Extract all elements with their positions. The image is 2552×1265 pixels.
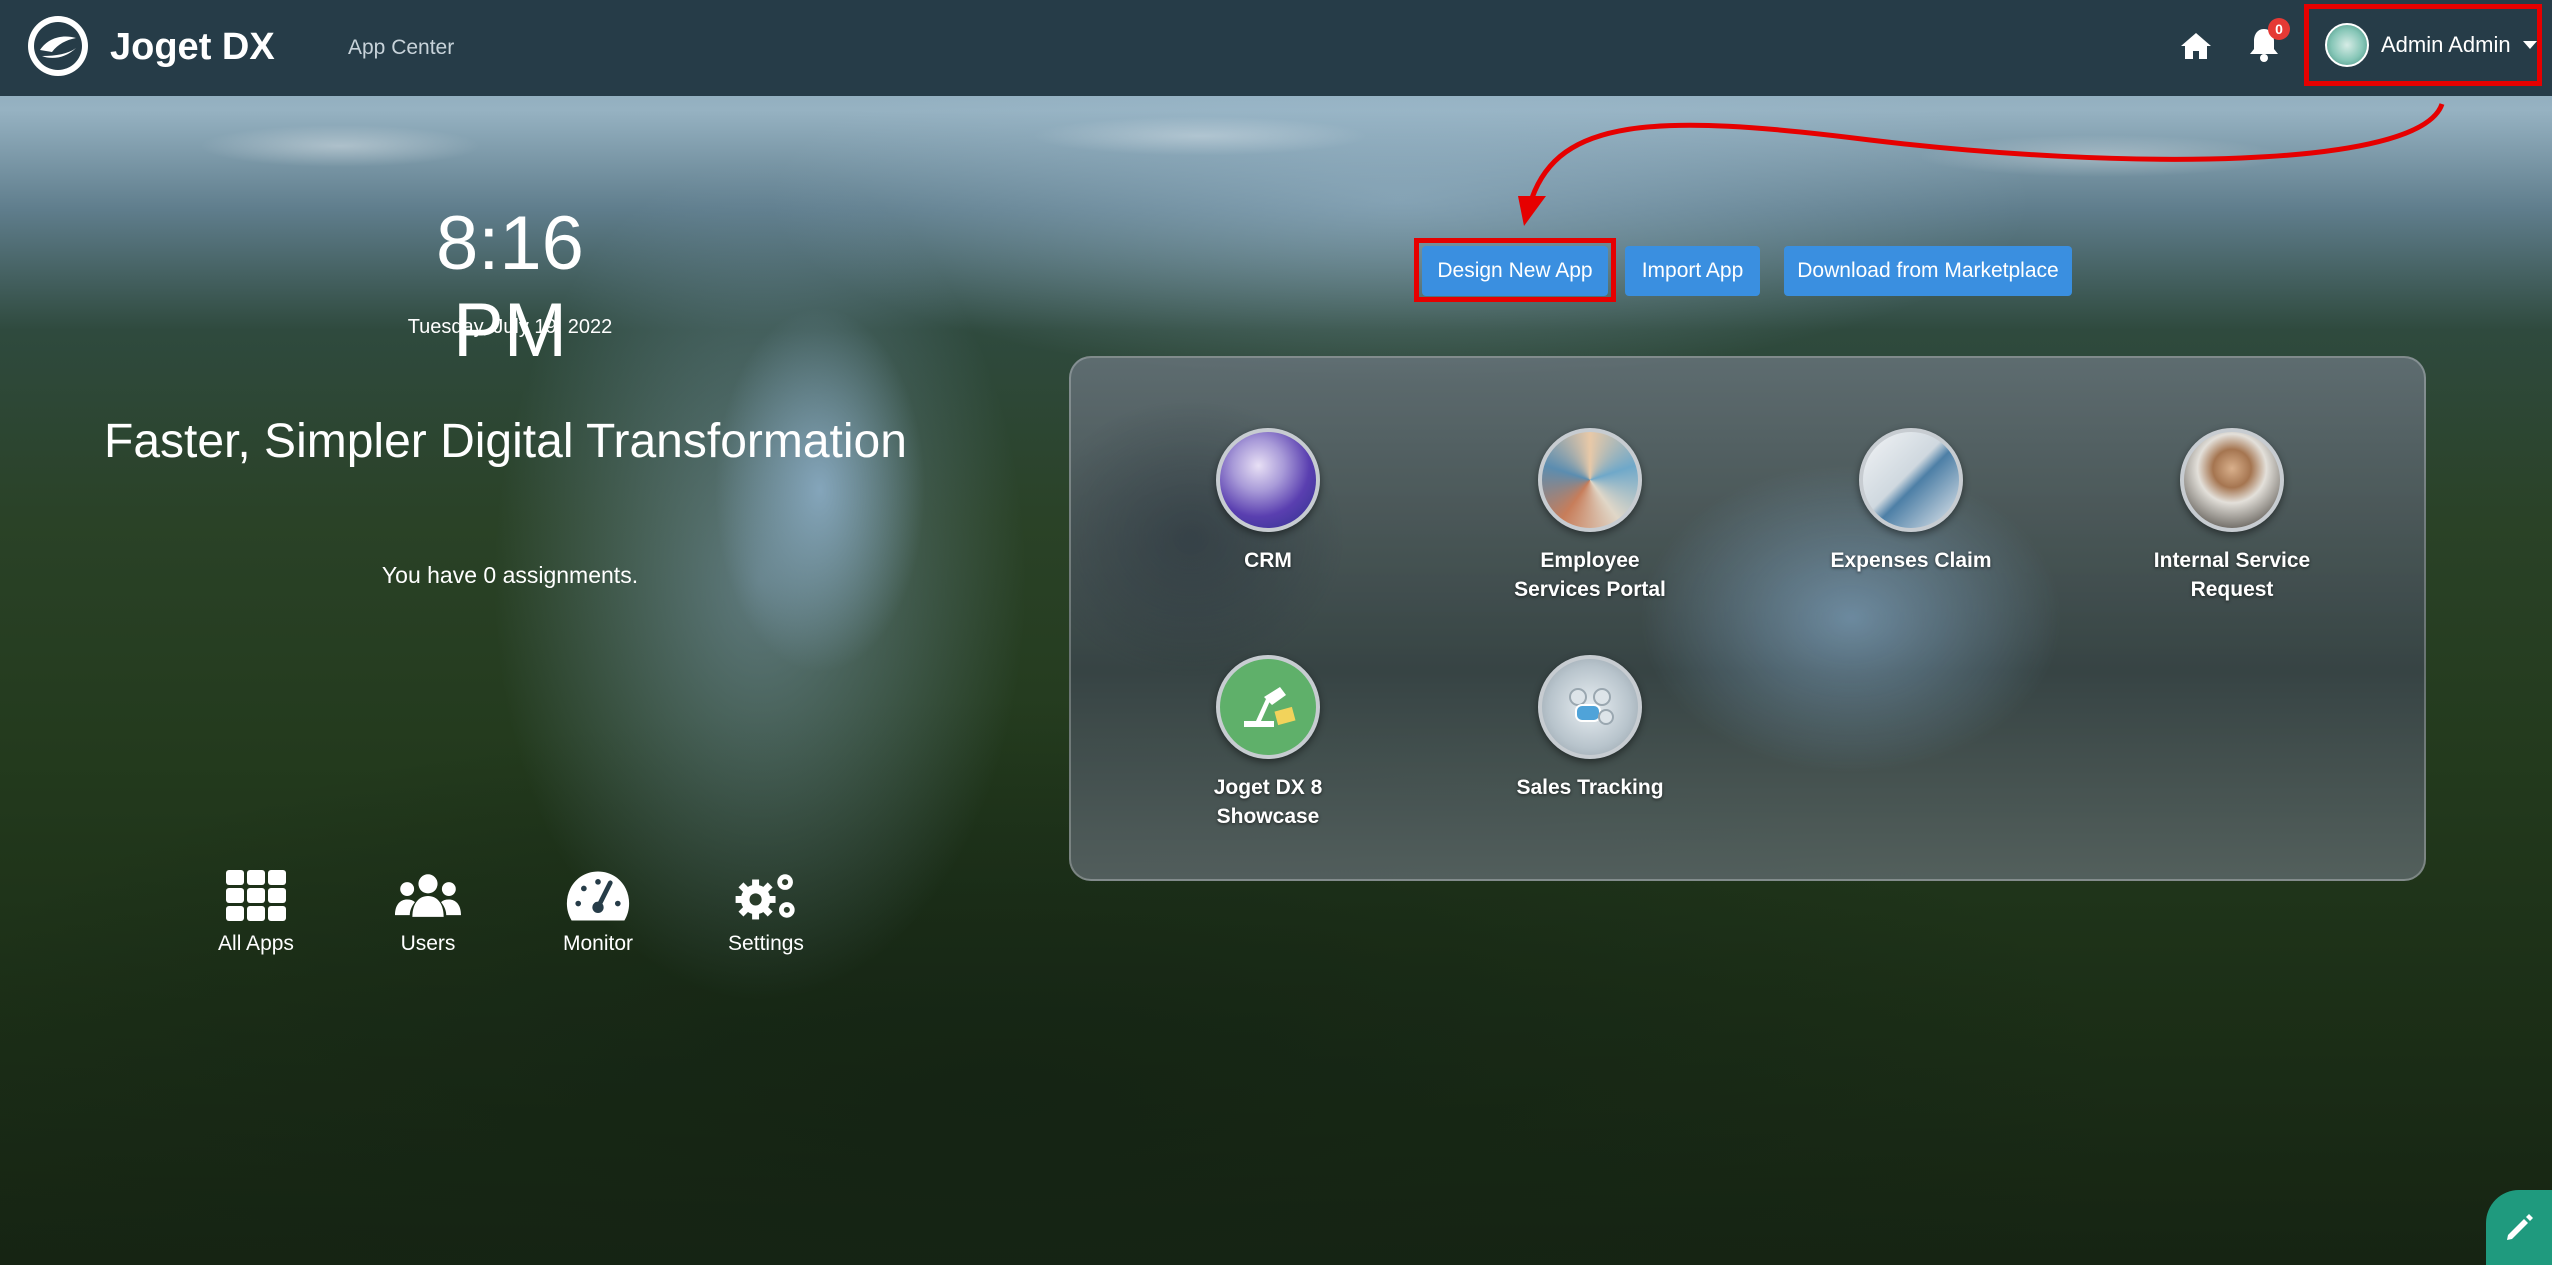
monitor-label: Monitor [562,932,634,955]
app-tile-joget-dx8-showcase[interactable]: Joget DX 8 Showcase [1158,655,1378,831]
brand-name[interactable]: Joget DX [110,26,275,69]
assignments-link[interactable]: You have 0 assignments. [300,562,720,589]
settings-label: Settings [728,932,804,955]
section-title: App Center [348,36,455,59]
annotation-highlight-box [1414,238,1616,302]
app-tile-sales-tracking[interactable]: Sales Tracking [1480,655,1700,802]
clock-date: Tuesday, July 19, 2022 [407,316,613,338]
app-label-employee-services-portal: Employee Services Portal [1514,549,1666,601]
edit-fab-button[interactable] [2486,1190,2552,1265]
app-label-sales-tracking: Sales Tracking [1516,776,1664,799]
joget-logo-icon[interactable] [28,16,88,76]
users-icon [395,874,461,917]
app-tile-internal-service-request[interactable]: Internal Service Request [2122,428,2342,604]
expenses-claim-app-icon [1859,428,1963,532]
gears-icon [735,874,795,920]
tagline: Faster, Simpler Digital Transformation [104,415,907,468]
home-icon[interactable] [2178,28,2214,64]
chevron-down-icon [2522,41,2537,49]
all-apps-label: All Apps [218,932,294,955]
all-apps-shortcut[interactable]: All Apps [196,868,316,968]
app-tile-employee-services-portal[interactable]: Employee Services Portal [1480,428,1700,604]
user-name: Admin Admin [2381,32,2511,57]
app-label-joget-dx8-showcase: Joget DX 8 Showcase [1213,776,1323,828]
users-shortcut[interactable]: Users [368,868,488,968]
top-navbar: Joget DX App Center 0 Admin Admin [0,0,2552,96]
app-label-crm: CRM [1244,549,1292,572]
app-label-expenses-claim: Expenses Claim [1830,549,1992,572]
gauge-icon [566,871,630,921]
app-center-page: Joget DX App Center 0 Admin Admin 8:16 P… [0,0,2552,1265]
download-marketplace-button[interactable]: Download from Marketplace [1784,246,2072,296]
apps-panel: CRM Employee Services Portal Expenses Cl… [1069,356,2426,881]
sales-tracking-app-icon [1538,655,1642,759]
settings-shortcut[interactable]: Settings [706,868,826,968]
app-tile-expenses-claim[interactable]: Expenses Claim [1801,428,2021,575]
users-label: Users [400,932,456,955]
employee-portal-app-icon [1538,428,1642,532]
pencil-icon [2507,1213,2533,1240]
app-tile-crm[interactable]: CRM [1158,428,1378,575]
clock-time: 8:16 PM [436,201,584,373]
notification-badge: 0 [2268,18,2290,40]
showcase-app-icon [1216,655,1320,759]
grid-icon [226,870,286,921]
internal-service-app-icon [2180,428,2284,532]
import-app-button[interactable]: Import App [1625,246,1760,296]
background-river [600,290,1020,710]
avatar [2325,23,2369,67]
monitor-shortcut[interactable]: Monitor [538,868,658,968]
user-menu-dropdown[interactable]: Admin Admin [2304,4,2542,86]
crm-app-icon [1216,428,1320,532]
app-label-internal-service-request: Internal Service Request [2153,549,2311,601]
